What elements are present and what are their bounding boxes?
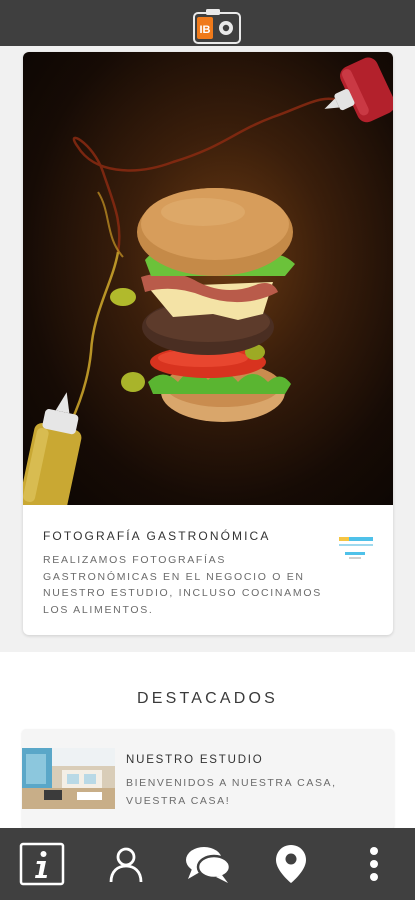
- burger-photo: [23, 52, 393, 505]
- more-vertical-icon: [370, 847, 378, 881]
- featured-section: DESTACADOS Nuestro estudio Bienvenidos a…: [0, 652, 415, 829]
- nav-profile-button[interactable]: [102, 842, 150, 886]
- top-bar: IB: [0, 0, 415, 46]
- list-item[interactable]: Nuestro estudio Bienvenidos a nuestra ca…: [22, 729, 394, 829]
- list-item-description: Bienvenidos a nuestra casa, vuestra casa…: [126, 777, 337, 807]
- location-pin-icon: [276, 845, 306, 883]
- camera-logo-icon[interactable]: IB: [192, 7, 242, 45]
- info-icon: [19, 842, 65, 886]
- list-item-title: Nuestro estudio: [126, 754, 264, 766]
- nav-more-button[interactable]: [350, 842, 398, 886]
- burger-illustration: [23, 57, 393, 505]
- feature-description: Realizamos fotografías gastronómicas en …: [43, 554, 322, 616]
- app-screen: IB FOTOGRAFÍA GASTRONÓMICA REALIZAMOS FO…: [0, 0, 415, 900]
- feature-title: Fotografía gastronómica: [43, 529, 271, 543]
- nav-chat-button[interactable]: [184, 842, 232, 886]
- user-icon: [109, 847, 143, 883]
- brand-logo-icon: [339, 537, 373, 559]
- chat-icon: [186, 847, 232, 883]
- feature-card[interactable]: Fotografía gastronómica Realizamos fotog…: [23, 52, 393, 635]
- section-heading: DESTACADOS: [136, 690, 279, 707]
- studio-photo: [22, 748, 115, 809]
- bottom-navigation: [0, 828, 415, 900]
- logo-text: IB: [200, 24, 211, 36]
- nav-location-button[interactable]: [267, 842, 315, 886]
- feature-card-body: Fotografía gastronómica Realizamos fotog…: [23, 505, 393, 635]
- nav-info-button[interactable]: [18, 842, 66, 886]
